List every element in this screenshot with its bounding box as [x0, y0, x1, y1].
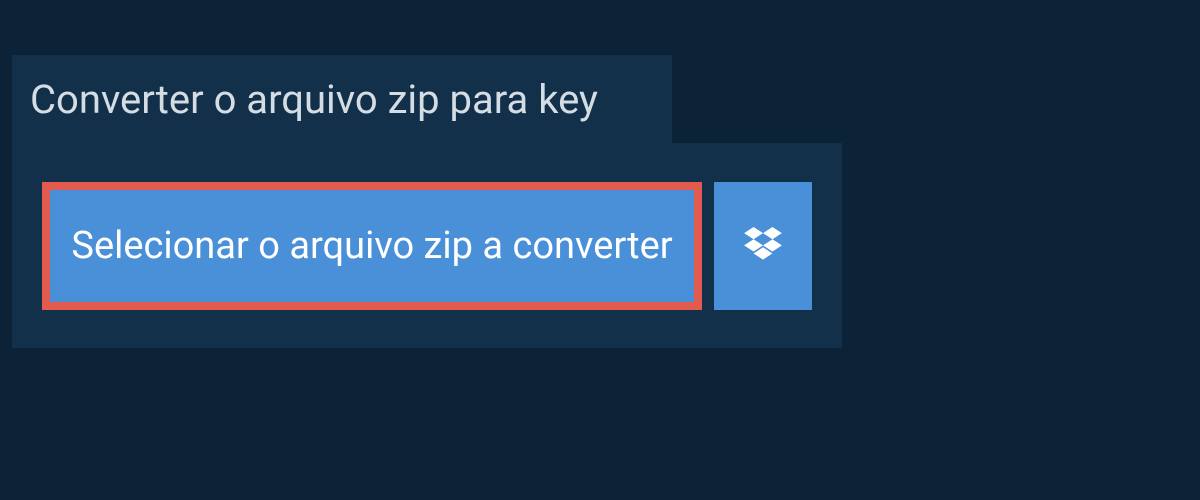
select-file-button-label: Selecionar o arquivo zip a converter	[71, 224, 672, 268]
page-title: Converter o arquivo zip para key	[30, 76, 598, 123]
select-file-button[interactable]: Selecionar o arquivo zip a converter	[42, 182, 702, 310]
dropbox-button[interactable]	[714, 182, 812, 310]
dropbox-icon	[744, 227, 782, 265]
title-bar: Converter o arquivo zip para key	[12, 55, 672, 143]
button-row: Selecionar o arquivo zip a converter	[12, 143, 842, 348]
